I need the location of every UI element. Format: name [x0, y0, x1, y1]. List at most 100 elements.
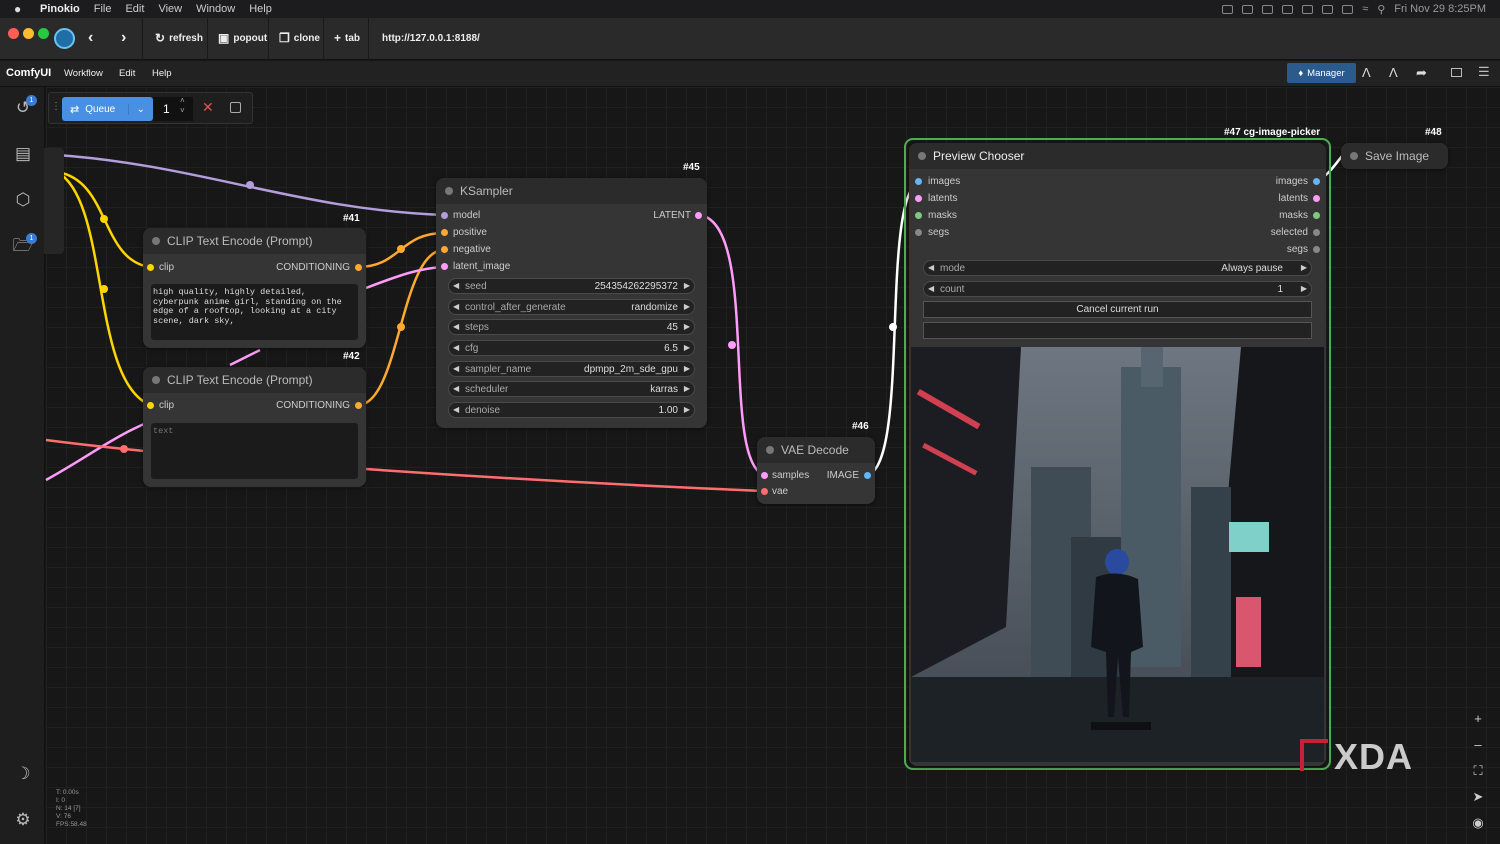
history-badge: 1	[26, 95, 37, 106]
node-title[interactable]: Preview Chooser	[909, 143, 1326, 169]
fit-view-icon[interactable]: ⛶	[1467, 760, 1489, 782]
decrement-arrow-icon[interactable]: ◀	[453, 384, 459, 393]
widget-mode[interactable]: ◀ mode Always pause ▶	[923, 260, 1312, 276]
input-slot-dot[interactable]	[147, 264, 154, 271]
cube-icon[interactable]: ⬡	[12, 189, 34, 211]
stat-line: N: 14 [7]	[56, 805, 81, 812]
widget-value: dpmpp_2m_sde_gpu	[584, 364, 678, 375]
increment-arrow-icon[interactable]: ▶	[1301, 263, 1307, 272]
decrement-arrow-icon[interactable]: ◀	[453, 281, 459, 290]
input-model: model	[453, 210, 481, 221]
output-slot-dot[interactable]	[1313, 212, 1320, 219]
output-slot-dot[interactable]	[355, 402, 362, 409]
input-slot-dot[interactable]	[761, 488, 768, 495]
node-id-42: #42	[343, 351, 360, 362]
cancel-icon[interactable]: ✕	[202, 99, 214, 116]
node-title[interactable]: Save Image	[1341, 143, 1448, 169]
widget-label: seed	[465, 281, 487, 292]
widget-value: randomize	[631, 302, 678, 313]
widget-control-after-generate[interactable]: ◀ control_after_generate randomize ▶	[448, 299, 695, 315]
prompt-textarea-empty[interactable]: text	[151, 423, 358, 479]
cancel-current-run-button[interactable]: Cancel current run	[923, 301, 1312, 318]
output-slot-dot[interactable]	[1313, 195, 1320, 202]
increment-arrow-icon[interactable]: ▶	[684, 281, 690, 290]
widget-scheduler[interactable]: ◀ scheduler karras ▶	[448, 381, 695, 397]
output-image: IMAGE	[826, 470, 859, 481]
decrement-arrow-icon[interactable]: ◀	[453, 343, 459, 352]
widget-denoise[interactable]: ◀ denoise 1.00 ▶	[448, 402, 695, 418]
queue-icon: ⇄	[70, 103, 80, 116]
output-slot-dot[interactable]	[1313, 246, 1320, 253]
decrement-arrow-icon[interactable]: ◀	[453, 322, 459, 331]
decrement-arrow-icon[interactable]: ◀	[453, 405, 459, 414]
moon-icon[interactable]: ☽	[12, 763, 34, 785]
output-conditioning: CONDITIONING	[276, 400, 350, 411]
input-slot-dot[interactable]	[441, 263, 448, 270]
select-tool-icon[interactable]: ➤	[1467, 786, 1489, 808]
output-slot-dot[interactable]	[864, 472, 871, 479]
output-slot-dot[interactable]	[355, 264, 362, 271]
increment-arrow-icon[interactable]: ▶	[684, 364, 690, 373]
increment-arrow-icon[interactable]: ▶	[684, 343, 690, 352]
input-slot-dot[interactable]	[441, 229, 448, 236]
decrement-arrow-icon[interactable]: ◀	[928, 284, 934, 293]
clip-text-encode-node-42[interactable]: CLIP Text Encode (Prompt) clip CONDITION…	[143, 367, 366, 487]
gear-icon[interactable]: ⚙	[12, 809, 34, 831]
eye-icon[interactable]: ◉	[1467, 812, 1489, 834]
widget-seed[interactable]: ◀ seed 254354262295372 ▶	[448, 278, 695, 294]
output-masks: masks	[1279, 210, 1308, 221]
input-slot-dot[interactable]	[915, 212, 922, 219]
output-slot-dot[interactable]	[1313, 229, 1320, 236]
input-slot-dot[interactable]	[441, 212, 448, 219]
prompt-textarea[interactable]: high quality, highly detailed, cyberpunk…	[151, 284, 358, 340]
document-icon[interactable]: ▤	[12, 143, 34, 165]
node-title[interactable]: CLIP Text Encode (Prompt)	[143, 367, 366, 393]
output-slot-dot[interactable]	[1313, 178, 1320, 185]
zoom-in-icon[interactable]: +	[1467, 708, 1489, 730]
output-selected: selected	[1270, 227, 1308, 238]
input-slot-dot[interactable]	[441, 246, 448, 253]
node-title[interactable]: KSampler	[436, 178, 707, 204]
decrement-arrow-icon[interactable]: ◀	[928, 263, 934, 272]
decrement-arrow-icon[interactable]: ◀	[453, 364, 459, 373]
input-slot-dot[interactable]	[915, 229, 922, 236]
increment-arrow-icon[interactable]: ▶	[684, 302, 690, 311]
increment-arrow-icon[interactable]: ▶	[1301, 284, 1307, 293]
side-panel-handle[interactable]	[44, 148, 64, 254]
vae-decode-node[interactable]: VAE Decode samples vae IMAGE	[757, 437, 875, 504]
node-title[interactable]: VAE Decode	[757, 437, 875, 463]
batch-count-input[interactable]: 1	[153, 97, 193, 121]
output-slot-dot[interactable]	[695, 212, 702, 219]
input-slot-dot[interactable]	[147, 402, 154, 409]
preview-chooser-node[interactable]: Preview Chooser images latents masks seg…	[909, 143, 1326, 766]
drag-handle-icon[interactable]: ⋮	[51, 101, 61, 112]
clip-text-encode-node-41[interactable]: CLIP Text Encode (Prompt) clip CONDITION…	[143, 228, 366, 348]
decrement-arrow-icon[interactable]: ◀	[453, 302, 459, 311]
ksampler-node[interactable]: KSampler model positive negative latent_…	[436, 178, 707, 428]
input-clip: clip	[159, 400, 175, 411]
widget-count[interactable]: ◀ count 1 ▶	[923, 281, 1312, 297]
input-slot-dot[interactable]	[915, 195, 922, 202]
node-title[interactable]: CLIP Text Encode (Prompt)	[143, 228, 366, 254]
input-segs: segs	[928, 227, 950, 238]
input-slot-dot[interactable]	[915, 178, 922, 185]
stop-icon[interactable]	[230, 102, 241, 113]
save-image-node[interactable]: Save Image	[1341, 143, 1448, 169]
render-stats: T: 0.00s I: 0 N: 14 [7] V: 76 FPS:58.48	[56, 789, 87, 829]
queue-button[interactable]: ⇄ Queue ⌄	[62, 97, 153, 121]
chevron-down-icon[interactable]: ⌄	[127, 103, 145, 115]
output-conditioning: CONDITIONING	[276, 262, 350, 273]
increment-arrow-icon[interactable]: ▶	[684, 322, 690, 331]
widget-steps[interactable]: ◀ steps 45 ▶	[448, 319, 695, 335]
zoom-out-icon[interactable]: –	[1467, 734, 1489, 756]
input-slot-dot[interactable]	[761, 472, 768, 479]
xda-logo-icon	[1300, 739, 1328, 771]
stepper-icon[interactable]: ˄ ˅	[180, 96, 185, 116]
widget-cfg[interactable]: ◀ cfg 6.5 ▶	[448, 340, 695, 356]
cyberpunk-preview-picture	[911, 347, 1324, 762]
preview-image[interactable]	[911, 347, 1324, 762]
widget-sampler-name[interactable]: ◀ sampler_name dpmpp_2m_sde_gpu ▶	[448, 361, 695, 377]
increment-arrow-icon[interactable]: ▶	[684, 405, 690, 414]
increment-arrow-icon[interactable]: ▶	[684, 384, 690, 393]
stat-line: I: 0	[56, 797, 66, 804]
